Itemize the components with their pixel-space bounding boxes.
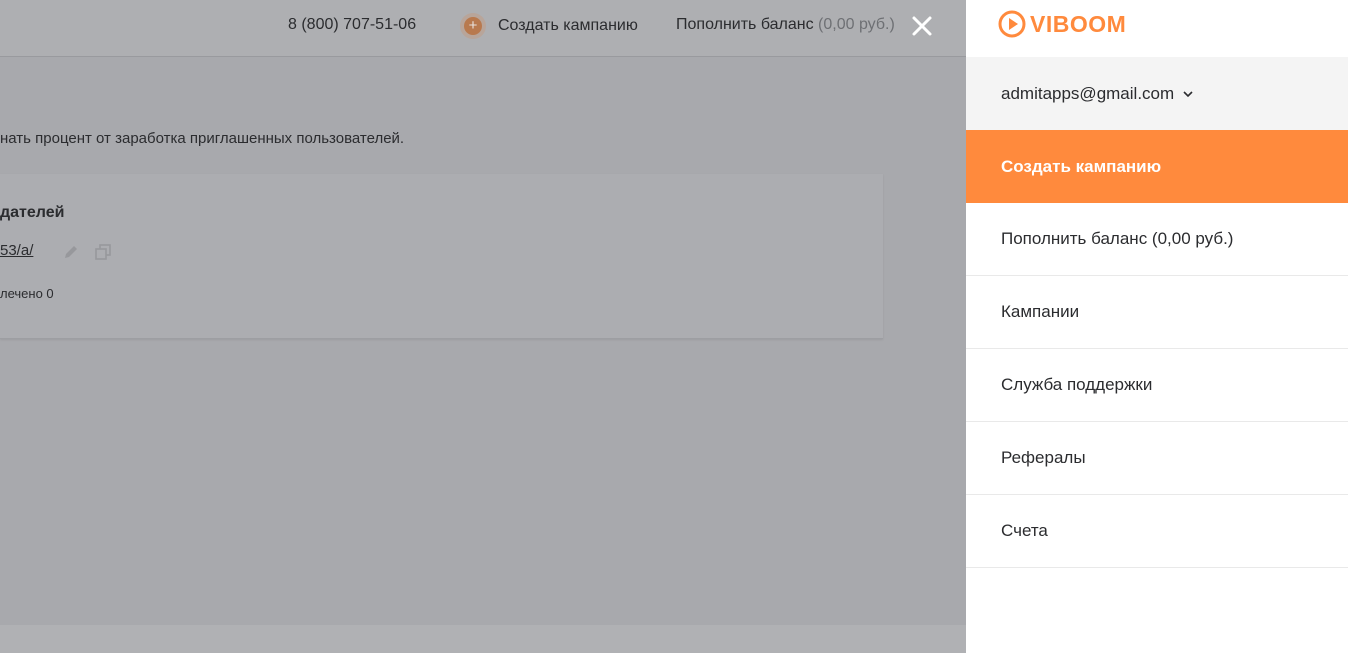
viboom-logo[interactable]: VIBOOM [998,10,1126,38]
menu-item-campaigns[interactable]: Кампании [966,276,1348,349]
referral-card: дателей 53/a/ лечено 0 [0,174,883,339]
page-footer [0,625,966,653]
page-overlay[interactable]: 8 (800) 707-51-06 + Создать кампанию Поп… [0,0,966,653]
referral-link[interactable]: 53/a/ [0,242,33,259]
account-dropdown[interactable]: admitapps@gmail.com [966,57,1348,130]
balance-label: Пополнить баланс [676,16,814,33]
top-up-balance-link[interactable]: Пополнить баланс (0,00 руб.) [676,16,895,34]
logo-text: VIBOOM [1030,10,1127,37]
menu-item-invoices[interactable]: Счета [966,495,1348,568]
top-header: 8 (800) 707-51-06 + Создать кампанию Поп… [0,0,966,57]
menu-item-support[interactable]: Служба поддержки [966,349,1348,422]
balance-amount: (0,00 руб.) [818,16,895,33]
menu-item-referrals[interactable]: Рефералы [966,422,1348,495]
menu-item-top-up-balance[interactable]: Пополнить баланс (0,00 руб.) [966,203,1348,276]
play-icon [998,10,1026,38]
plus-icon: + [460,13,486,39]
card-title: дателей [0,204,65,221]
side-drawer: VIBOOM admitapps@gmail.com Создать кампа… [966,0,1348,653]
copy-icon[interactable] [94,243,112,261]
create-campaign-link[interactable]: + Создать кампанию [460,13,638,39]
pencil-icon[interactable] [62,243,80,261]
phone-number[interactable]: 8 (800) 707-51-06 [288,16,416,34]
account-email: admitapps@gmail.com [1001,83,1175,103]
close-icon[interactable] [906,10,938,42]
menu-item-create-campaign[interactable]: Создать кампанию [966,130,1348,203]
referral-description: нать процент от заработка приглашенных п… [0,130,405,147]
drawer-menu: Создать кампанию Пополнить баланс (0,00 … [966,130,1348,568]
chevron-down-icon [1183,90,1193,97]
referral-count: лечено 0 [0,286,54,301]
create-campaign-label: Создать кампанию [498,17,638,34]
